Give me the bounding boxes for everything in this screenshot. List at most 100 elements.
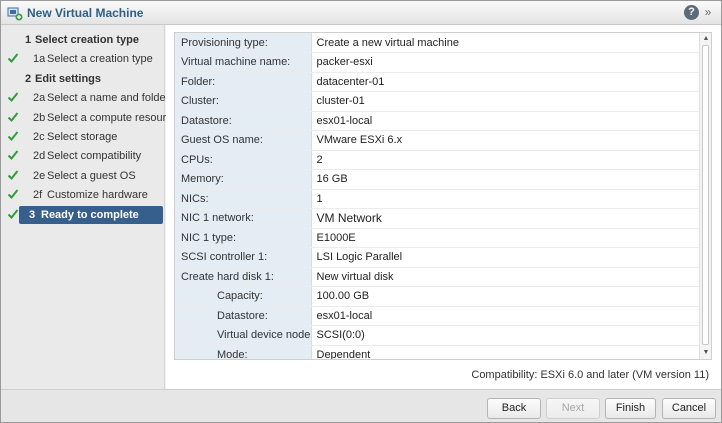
wizard-step-3[interactable]: 3 Ready to complete bbox=[7, 205, 163, 224]
summary-value: 100.00 GB bbox=[311, 286, 700, 307]
next-button[interactable]: Next bbox=[546, 398, 600, 419]
help-icon[interactable]: ? bbox=[684, 5, 699, 20]
step-number: 2b bbox=[33, 111, 46, 124]
summary-key: Mode: bbox=[175, 345, 312, 359]
summary-row: Folder: datacenter-01 bbox=[175, 72, 700, 92]
summary-value: Dependent bbox=[311, 345, 700, 359]
finish-button[interactable]: Finish bbox=[605, 398, 656, 419]
summary-key: Datastore: bbox=[175, 306, 312, 326]
wizard-step-1[interactable]: 1 Select creation type bbox=[1, 31, 165, 49]
dialog-footer: Back Next Finish Cancel bbox=[1, 389, 721, 422]
check-icon bbox=[7, 208, 19, 219]
check-icon bbox=[7, 150, 19, 161]
summary-row: Capacity: 100.00 GB bbox=[175, 286, 700, 307]
step-label: Select a name and folder bbox=[47, 92, 170, 105]
summary-row: NIC 1 network: VM Network bbox=[175, 208, 700, 229]
summary-row: Virtual device node: SCSI(0:0) bbox=[175, 325, 700, 346]
check-icon bbox=[7, 111, 19, 122]
step-label: Select compatibility bbox=[47, 150, 142, 163]
summary-row: Memory: 16 GB bbox=[175, 169, 700, 190]
step-label: Select a guest OS bbox=[47, 169, 136, 182]
summary-key: Datastore: bbox=[175, 111, 312, 131]
wizard-step-2a[interactable]: 2a Select a name and folder bbox=[1, 89, 169, 107]
summary-key: Virtual machine name: bbox=[175, 52, 312, 73]
summary-row: Virtual machine name: packer-esxi bbox=[175, 52, 700, 73]
summary-row: Guest OS name: VMware ESXi 6.x bbox=[175, 130, 700, 151]
summary-row: Cluster: cluster-01 bbox=[175, 91, 700, 112]
summary-row: NIC 1 type: E1000E bbox=[175, 228, 700, 248]
step-number: 2a bbox=[33, 92, 46, 105]
step-label: Select a compute resource bbox=[47, 111, 178, 124]
step-number: 1 bbox=[25, 34, 32, 46]
step-number: 2f bbox=[33, 189, 43, 202]
summary-key: Guest OS name: bbox=[175, 130, 312, 151]
summary-row: Datastore: esx01-local bbox=[175, 111, 700, 131]
dialog-titlebar: New Virtual Machine ? » bbox=[1, 1, 721, 25]
summary-key: Provisioning type: bbox=[175, 33, 312, 53]
summary-value: 1 bbox=[311, 189, 700, 209]
summary-key: Folder: bbox=[175, 72, 312, 92]
wizard-step-2b[interactable]: 2b Select a compute resource bbox=[1, 109, 178, 127]
wizard-step-2e[interactable]: 2e Select a guest OS bbox=[1, 167, 165, 185]
step-label: Select creation type bbox=[35, 34, 139, 46]
summary-value: E1000E bbox=[311, 228, 700, 248]
wizard-step-2d[interactable]: 2d Select compatibility bbox=[1, 147, 165, 165]
scroll-down-icon[interactable]: ▼ bbox=[702, 349, 710, 357]
step-number: 2e bbox=[33, 169, 46, 182]
check-icon bbox=[7, 92, 19, 103]
summary-row: SCSI controller 1: LSI Logic Parallel bbox=[175, 247, 700, 268]
check-icon bbox=[7, 170, 19, 180]
scroll-up-icon[interactable]: ▲ bbox=[702, 35, 710, 43]
summary-key: SCSI controller 1: bbox=[175, 247, 312, 268]
step-number: 2 bbox=[25, 72, 32, 85]
new-vm-dialog: New Virtual Machine ? » 1 Select creation… bbox=[0, 0, 722, 423]
summary-key: Memory: bbox=[175, 169, 312, 190]
summary-value: LSI Logic Parallel bbox=[311, 247, 700, 268]
step-label: Select storage bbox=[47, 131, 118, 143]
summary-value: packer-esxi bbox=[311, 52, 700, 73]
summary-value: esx01-local bbox=[311, 306, 700, 326]
wizard-step-2f[interactable]: 2f Customize hardware bbox=[1, 186, 165, 204]
summary-key: NIC 1 type: bbox=[175, 228, 312, 248]
summary-key: CPUs: bbox=[175, 150, 312, 170]
summary-key: Cluster: bbox=[175, 91, 312, 112]
summary-row: Create hard disk 1: New virtual disk bbox=[175, 267, 700, 287]
summary-value: datacenter-01 bbox=[311, 72, 700, 92]
summary-row: CPUs: 2 bbox=[175, 150, 700, 170]
step-number: 2d bbox=[33, 150, 46, 163]
summary-value: esx01-local bbox=[311, 111, 700, 131]
summary-value: VMware ESXi 6.x bbox=[311, 130, 700, 151]
summary-row: Provisioning type: Create a new virtual m… bbox=[175, 33, 700, 53]
check-icon bbox=[7, 189, 19, 200]
compatibility-text: Compatibility: ESXi 6.0 and later (VM ve… bbox=[471, 369, 709, 381]
summary-value: VM Network bbox=[311, 208, 700, 229]
summary-value: cluster-01 bbox=[311, 91, 700, 112]
summary-value: 16 GB bbox=[311, 169, 700, 190]
summary-key: NICs: bbox=[175, 189, 312, 209]
step-label: Ready to complete bbox=[41, 208, 139, 221]
virtual-machine-icon bbox=[7, 7, 23, 21]
summary-scrollbar[interactable]: ▲ ▼ bbox=[699, 33, 711, 359]
back-button[interactable]: Back bbox=[487, 398, 541, 419]
step-number: 1a bbox=[33, 53, 46, 66]
wizard-step-2[interactable]: 2 Edit settings bbox=[1, 70, 165, 88]
dialog-title: New Virtual Machine bbox=[27, 6, 144, 20]
summary-value: 2 bbox=[311, 150, 700, 170]
step-number: 3 bbox=[29, 208, 36, 221]
summary-value: New virtual disk bbox=[311, 267, 700, 287]
wizard-step-2c[interactable]: 2c Select storage bbox=[1, 128, 165, 146]
summary-key: Capacity: bbox=[175, 286, 312, 307]
ready-to-complete-panel: Provisioning type: Create a new virtual m… bbox=[166, 25, 721, 389]
summary-value: SCSI(0:0) bbox=[311, 325, 700, 346]
summary-key: NIC 1 network: bbox=[175, 208, 312, 229]
scroll-thumb[interactable] bbox=[702, 45, 709, 345]
wizard-step-1a[interactable]: 1a Select a creation type bbox=[1, 50, 165, 68]
cancel-button[interactable]: Cancel bbox=[662, 398, 716, 419]
step-label: Select a creation type bbox=[47, 53, 153, 66]
step-label: Customize hardware bbox=[47, 189, 148, 202]
check-icon bbox=[7, 131, 19, 141]
expand-icon[interactable]: » bbox=[701, 5, 715, 20]
settings-summary[interactable]: Provisioning type: Create a new virtual m… bbox=[174, 32, 712, 360]
summary-row: NICs: 1 bbox=[175, 189, 700, 209]
check-icon bbox=[7, 53, 19, 64]
